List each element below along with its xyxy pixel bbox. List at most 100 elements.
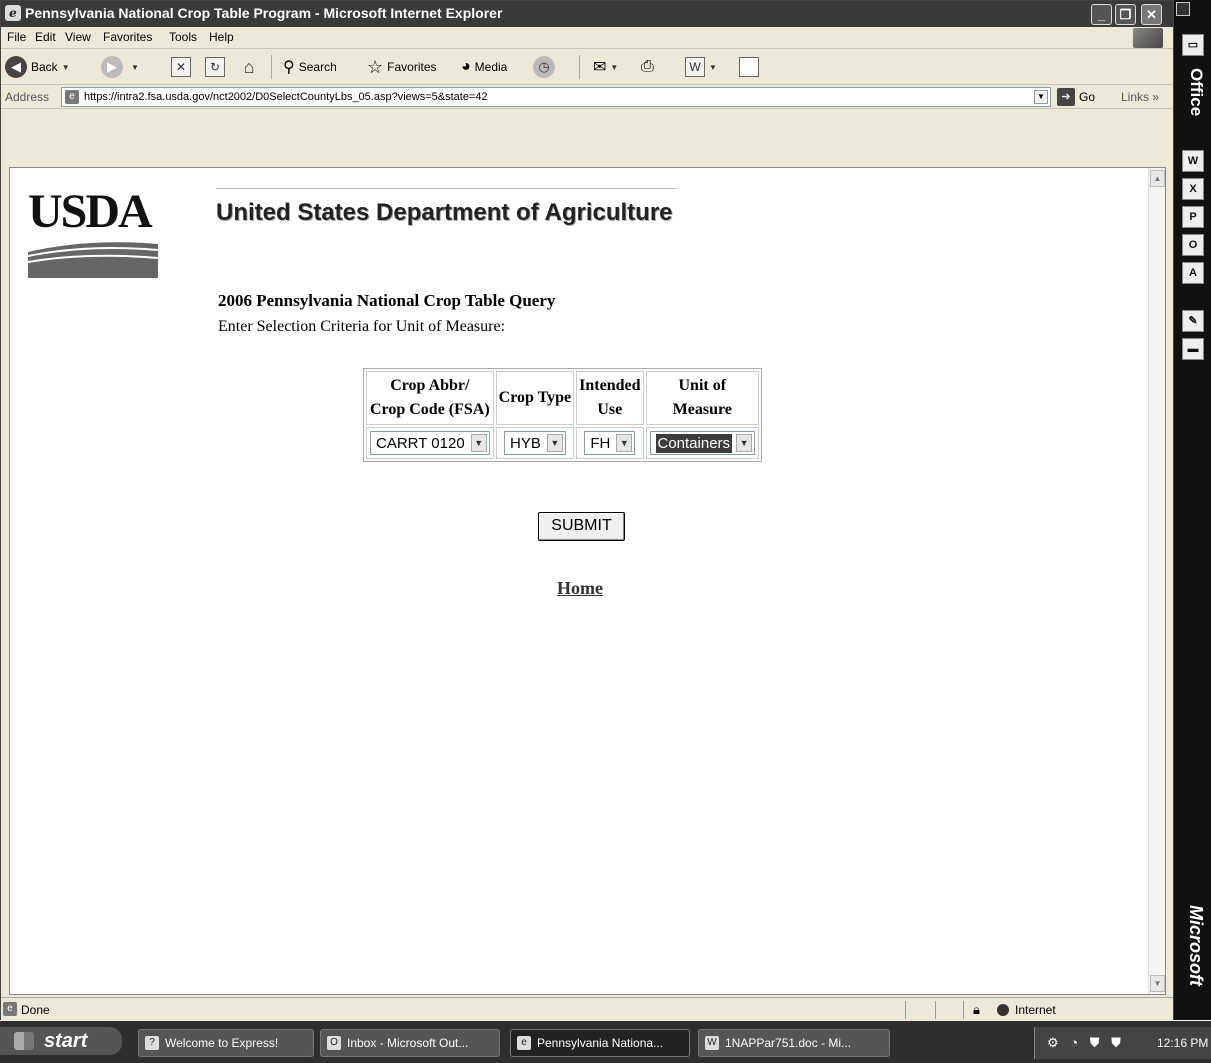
office-shortcut-bar: ▭ Office W X P O A ✎ ▬ Microsoft — [1174, 0, 1211, 1020]
security-zone-text: Internet — [1015, 1003, 1056, 1017]
logo-text: USDA — [28, 185, 153, 238]
browser-window: e Pennsylvania National Crop Table Progr… — [0, 0, 1174, 1021]
title-bar: e Pennsylvania National Crop Table Progr… — [1, 1, 1173, 27]
menu-tools[interactable]: Tools — [169, 30, 197, 44]
search-label: Search — [298, 60, 337, 74]
office-bar-menu-icon[interactable] — [1176, 2, 1190, 16]
home-icon: ⌂ — [243, 56, 255, 77]
scroll-up-icon[interactable]: ▲ — [1150, 170, 1165, 187]
header-crop-code: Crop Abbr/ Crop Code (FSA) — [366, 371, 494, 425]
header-unit-line1: Unit of — [678, 377, 727, 394]
word-icon[interactable]: W — [1182, 150, 1204, 172]
tools-icon[interactable]: ✎ — [1182, 310, 1204, 332]
header-intended-use-line1: Intended — [579, 377, 641, 394]
history-button[interactable]: ◷ — [533, 55, 559, 79]
chevron-down-icon[interactable]: ▼ — [1034, 90, 1048, 104]
chevron-down-icon[interactable]: ▼ — [546, 434, 563, 452]
standard-toolbar: ◀ Back ▼ ▶ ▼ ✕ ↻ ⌂ ⚲ Search ☆ Favorites … — [1, 49, 1173, 85]
links-button[interactable]: Links » — [1121, 90, 1159, 104]
screen-icon[interactable]: ▬ — [1182, 338, 1204, 360]
refresh-button[interactable]: ↻ — [205, 55, 225, 79]
go-button[interactable]: ➔ Go — [1057, 88, 1095, 106]
crop-code-select[interactable]: CARRT 0120 ▼ — [370, 431, 490, 455]
mail-button[interactable]: ✉ ▼ — [593, 55, 618, 79]
chevron-down-icon: ▼ — [610, 62, 619, 72]
stop-button[interactable]: ✕ — [171, 55, 191, 79]
back-arrow-icon: ◀ — [5, 56, 27, 78]
maximize-button[interactable]: ❐ — [1115, 4, 1136, 25]
outlook-icon[interactable]: O — [1182, 234, 1204, 256]
criteria-table: Crop Abbr/ Crop Code (FSA) Crop Type Int… — [363, 368, 763, 462]
tray-icons[interactable]: ⚙ ◔ ⛊ ⛊ — [1047, 1035, 1125, 1051]
vertical-scrollbar[interactable]: ▲ ▼ — [1148, 168, 1165, 994]
crop-type-value: HYB — [509, 434, 541, 452]
ie-icon: e — [517, 1036, 531, 1050]
powerpoint-icon[interactable]: P — [1182, 206, 1204, 228]
task-label: Inbox - Microsoft Out... — [347, 1036, 469, 1050]
favorites-button[interactable]: ☆ Favorites — [367, 55, 437, 79]
address-input[interactable]: e https://intra2.fsa.usda.gov/nct2002/D0… — [61, 87, 1051, 107]
chevron-down-icon[interactable]: ▼ — [470, 434, 487, 452]
print-button[interactable]: ⎙ — [641, 55, 654, 79]
chevron-down-icon[interactable]: ▼ — [616, 434, 633, 452]
home-button[interactable]: ⌂ — [239, 55, 259, 79]
chevron-down-icon: ▼ — [709, 62, 717, 72]
task-label: Welcome to Express! — [165, 1036, 279, 1050]
menu-view[interactable]: View — [65, 30, 91, 44]
address-url[interactable]: https://intra2.fsa.usda.gov/nct2002/D0Se… — [84, 91, 488, 103]
back-button[interactable]: ◀ Back ▼ — [5, 55, 70, 79]
minimize-button[interactable]: _ — [1091, 4, 1112, 25]
access-icon[interactable]: A — [1182, 262, 1204, 284]
menu-edit[interactable]: Edit — [35, 30, 56, 44]
media-button[interactable]: ◕ Media — [461, 55, 507, 79]
unit-of-measure-select[interactable]: Containers ▼ — [649, 431, 756, 455]
chevron-down-icon[interactable]: ▼ — [736, 434, 753, 452]
search-button[interactable]: ⚲ Search — [283, 55, 337, 79]
window-title: Pennsylvania National Crop Table Program… — [25, 5, 503, 21]
header-crop-code-line1: Crop Abbr/ — [390, 377, 470, 394]
forward-button[interactable]: ▶ ▼ — [101, 55, 139, 79]
media-icon: ◕ — [461, 58, 471, 75]
intended-use-value: FH — [590, 434, 611, 452]
task-pennsylvania[interactable]: e Pennsylvania Nationa... — [510, 1029, 690, 1057]
lock-icon: 🔒︎ — [973, 1002, 980, 1017]
task-welcome[interactable]: ? Welcome to Express! — [138, 1029, 314, 1057]
page-icon: e — [65, 90, 79, 104]
edit-button[interactable]: W ▼ — [685, 55, 717, 79]
search-icon: ⚲ — [283, 59, 295, 76]
menu-favorites[interactable]: Favorites — [103, 30, 152, 44]
submit-button[interactable]: SUBMIT — [538, 512, 625, 541]
header-unit-of-measure: Unit of Measure — [645, 371, 760, 425]
start-button[interactable]: start — [0, 1027, 122, 1055]
header-crop-type: Crop Type — [495, 371, 575, 425]
windows-flag-icon — [1133, 28, 1163, 48]
header-crop-type-line1: Crop Type — [498, 389, 572, 406]
crop-type-select[interactable]: HYB ▼ — [503, 431, 566, 455]
status-bar: e Done 🔒︎ Internet — [1, 997, 1173, 1021]
crop-code-cell: CARRT 0120 ▼ — [366, 427, 494, 459]
status-separator — [935, 1001, 936, 1019]
discuss-button[interactable] — [739, 55, 759, 79]
windows-flag-icon — [14, 1032, 34, 1050]
back-label: Back — [31, 60, 58, 74]
folder-icon[interactable]: ▭ — [1182, 34, 1204, 56]
ie-icon: e — [5, 5, 21, 21]
task-label: 1NAPPar751.doc - Mi... — [725, 1036, 852, 1050]
task-inbox[interactable]: O Inbox - Microsoft Out... — [320, 1029, 500, 1057]
close-button[interactable]: ✕ — [1141, 4, 1162, 25]
menu-help[interactable]: Help — [209, 30, 234, 44]
department-title: United States Department of Agriculture — [216, 199, 673, 226]
header-crop-code-line2: Crop Code (FSA) — [369, 401, 490, 418]
table-row: CARRT 0120 ▼ HYB ▼ FH ▼ Containers ▼ — [366, 427, 760, 459]
excel-icon[interactable]: X — [1182, 178, 1204, 200]
go-label: Go — [1079, 90, 1096, 104]
unit-of-measure-cell: Containers ▼ — [645, 427, 760, 459]
help-icon: ? — [145, 1036, 159, 1050]
task-word-doc[interactable]: W 1NAPPar751.doc - Mi... — [698, 1029, 890, 1057]
home-link[interactable]: Home — [557, 578, 603, 599]
query-instructions: Enter Selection Criteria for Unit of Mea… — [218, 318, 506, 335]
menu-file[interactable]: File — [7, 30, 26, 44]
status-separator — [963, 1001, 964, 1019]
intended-use-select[interactable]: FH ▼ — [584, 431, 636, 455]
scroll-down-icon[interactable]: ▼ — [1150, 975, 1165, 992]
